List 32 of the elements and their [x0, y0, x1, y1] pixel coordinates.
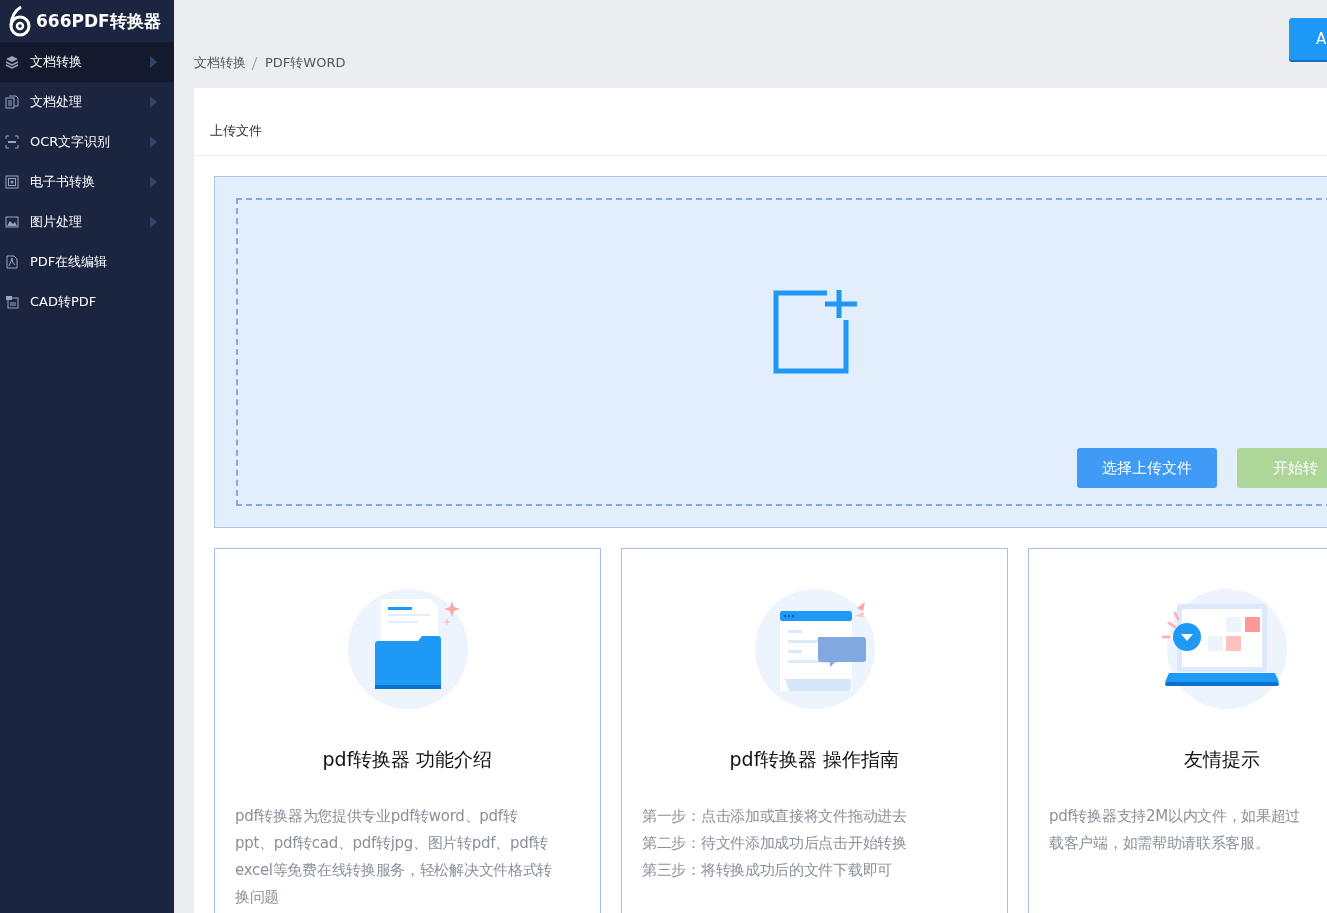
- card-text: pdf转换器支持2M以内文件，如果超过: [1049, 806, 1302, 827]
- sidebar-item[interactable]: PDF在线编辑: [0, 242, 174, 282]
- sidebar-item[interactable]: 电子书转换: [0, 162, 174, 202]
- documents-icon: [5, 95, 19, 109]
- card-text: 换问题: [235, 887, 281, 908]
- breadcrumb-item[interactable]: PDF转WORD: [265, 54, 346, 72]
- card-title: pdf转换器 操作指南: [729, 747, 900, 772]
- sidebar-item[interactable]: OCR文字识别: [0, 122, 174, 162]
- panel-title: 上传文件: [194, 88, 1327, 156]
- add-file-icon: [773, 290, 859, 374]
- card-text: 载客户端，如需帮助请联系客服。: [1049, 833, 1271, 854]
- document-icon: [5, 295, 19, 309]
- logo-icon: [7, 5, 33, 37]
- sidebar-item[interactable]: 文档转换: [0, 42, 174, 82]
- image-icon: [5, 215, 19, 229]
- card-text: excel等免费在线转换服务，轻松解决文件格式转: [235, 860, 554, 881]
- book-icon: [5, 175, 19, 189]
- card-title: 友情提示: [1183, 747, 1260, 772]
- card-title: pdf转换器 功能介绍: [322, 747, 493, 772]
- card-text: 第三步：将转换成功后的文件下载即可: [642, 860, 893, 881]
- card-text: 第一步：点击添加或直接将文件拖动进去: [642, 806, 908, 827]
- breadcrumb-item[interactable]: 文档转换: [194, 54, 246, 72]
- scan-icon: [5, 135, 19, 149]
- sidebar-item[interactable]: CAD转PDF: [0, 282, 174, 322]
- card-text: 第二步：待文件添加成功后点击开始转换: [642, 833, 908, 854]
- pdf-icon: [5, 255, 19, 269]
- sidebar-item[interactable]: 图片处理: [0, 202, 174, 242]
- card-text: pdf转换器为您提供专业pdf转word、pdf转: [235, 806, 519, 827]
- app-name: 666PDF转换器: [36, 9, 161, 33]
- sidebar-item[interactable]: 文档处理: [0, 82, 174, 122]
- layers-icon: [5, 55, 19, 69]
- card-text: ppt、pdf转cad、pdf转jpg、图片转pdf、pdf转: [235, 833, 550, 854]
